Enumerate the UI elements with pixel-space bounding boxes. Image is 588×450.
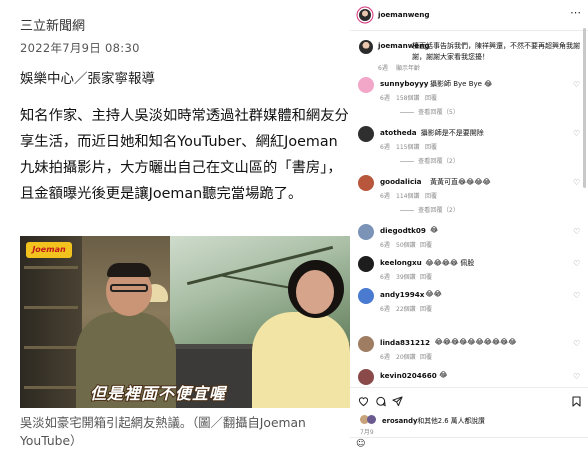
comment-avatar[interactable] — [358, 126, 374, 142]
instagram-panel: joemanweng ⋯ joemanweng 檯面話事告訴我們，陳祥興還，不然… — [350, 0, 588, 450]
view-replies-link[interactable]: 查看回覆（2） — [400, 205, 459, 214]
reply-button[interactable]: 回覆 — [420, 304, 432, 313]
comment-username[interactable]: linda831212 — [380, 338, 430, 347]
comment-time: 6週 — [380, 354, 390, 361]
comment-like-heart-icon[interactable]: ♡ — [573, 339, 580, 348]
comment-like-heart-icon[interactable]: ♡ — [573, 129, 580, 138]
more-options-icon[interactable]: ⋯ — [570, 6, 581, 19]
comment-icon[interactable] — [375, 396, 386, 410]
reply-button[interactable]: 回覆 — [420, 272, 432, 281]
comment-time: 6週 — [380, 144, 390, 151]
scrollbar[interactable] — [583, 28, 586, 188]
news-source[interactable]: 三立新聞網 — [20, 15, 85, 34]
comment-text: 😂😂😂😂 佩股 — [425, 259, 475, 267]
comment-time: 6週 — [380, 95, 390, 102]
comment-text: 😂😂😂😂😂😂😂😂😂😂 — [434, 338, 517, 346]
caption-avatar[interactable] — [359, 40, 373, 54]
screenshot-stage: 三立新聞網 2022年7月9日 08:30 娛樂中心／張家寧報導 知名作家、主持… — [0, 0, 588, 450]
comment-time: 6週 — [380, 306, 390, 313]
liker-username[interactable]: erosandy — [382, 417, 417, 425]
comment-text: 😂 — [439, 371, 448, 379]
reply-button[interactable]: 回覆 — [420, 352, 432, 361]
comment-avatar[interactable] — [358, 175, 374, 191]
comment-like-heart-icon[interactable]: ♡ — [573, 372, 580, 381]
share-icon[interactable] — [392, 396, 403, 410]
header-username[interactable]: joemanweng — [378, 10, 430, 19]
add-comment-row[interactable]: ☺ — [350, 437, 588, 450]
header-avatar[interactable] — [359, 9, 371, 21]
comment-likes[interactable]: 50個讚 — [396, 240, 416, 249]
comment-avatar[interactable] — [358, 224, 374, 240]
comment-like-heart-icon[interactable]: ♡ — [573, 178, 580, 187]
reply-button[interactable]: 回覆 — [425, 93, 437, 102]
comment-text: 😂 — [430, 226, 439, 234]
video-subtitle: 但是裡面不便宜喔 — [89, 383, 227, 404]
comment-time: 6週 — [380, 193, 390, 200]
view-replies-link[interactable]: 查看回覆（2） — [400, 156, 459, 165]
comment-avatar[interactable] — [358, 256, 374, 272]
post-date: 7月9 — [360, 429, 374, 436]
caption-time: 6週 — [378, 65, 388, 72]
comment-text: 😂😂 — [425, 290, 442, 298]
bookmark-icon[interactable] — [572, 396, 581, 410]
likes-count-text: 和其他2.6 萬人都說讚 — [417, 417, 485, 425]
comment-time: 6週 — [380, 242, 390, 249]
view-replies-link[interactable]: 查看回覆（5） — [400, 107, 459, 116]
comment-time: 6週 — [380, 274, 390, 281]
comment-like-heart-icon[interactable]: ♡ — [573, 227, 580, 236]
comment-avatar[interactable] — [358, 77, 374, 93]
article-date: 2022年7月9日 08:30 — [20, 41, 140, 55]
translate-link[interactable]: 顯示年齡 — [396, 63, 420, 72]
comment-username[interactable]: keelongxu — [380, 258, 422, 267]
comment-likes[interactable]: 114個讚 — [396, 191, 419, 200]
comment-avatar[interactable] — [358, 369, 374, 385]
article-byline: 娛樂中心／張家寧報導 — [20, 71, 155, 87]
comment-username[interactable]: andy1994x — [380, 290, 424, 299]
comment-username[interactable]: kevin0204660 — [380, 371, 437, 380]
reply-button[interactable]: 回覆 — [425, 142, 437, 151]
comment-likes[interactable]: 20個讚 — [396, 352, 416, 361]
emoji-icon[interactable]: ☺ — [356, 439, 365, 449]
comment-likes[interactable]: 39個讚 — [396, 272, 416, 281]
comment-username[interactable]: atotheda — [380, 128, 417, 137]
comment-likes[interactable]: 115個讚 — [396, 142, 419, 151]
photo-woman — [252, 312, 350, 408]
post-header: joemanweng ⋯ — [350, 0, 588, 30]
likes-row: erosandy和其他2.6 萬人都說讚 — [350, 413, 588, 427]
likes-summary[interactable]: erosandy和其他2.6 萬人都說讚 — [382, 415, 485, 425]
article-photo[interactable]: Joeman 但是裡面不便宜喔 — [20, 236, 350, 408]
action-bar — [350, 387, 588, 413]
photo-caption: 吳淡如豪宅開箱引起網友熱議。（圖／翻攝自Joeman YouTube） — [20, 416, 306, 448]
photo-bookshelf — [20, 236, 82, 408]
comment-username[interactable]: diegodtk09 — [380, 226, 426, 235]
comment-likes[interactable]: 158個讚 — [396, 93, 419, 102]
heart-icon[interactable] — [358, 396, 369, 409]
liker-avatar[interactable] — [367, 415, 376, 424]
comment-avatar[interactable] — [358, 288, 374, 304]
comment-like-heart-icon[interactable]: ♡ — [573, 291, 580, 300]
comment-username[interactable]: goodalicia — [380, 177, 422, 186]
channel-logo: Joeman — [26, 242, 72, 258]
comment-like-heart-icon[interactable]: ♡ — [573, 80, 580, 89]
comment-text: 攝影師 Bye Bye 😂 — [430, 80, 493, 88]
comment-text: 攝影師是不是要開除 — [420, 129, 484, 137]
comment-text: 黃黃可直😂😂😂😂 — [430, 178, 491, 186]
comment-avatar[interactable] — [358, 336, 374, 352]
comment-username[interactable]: sunnyboyyy — [380, 79, 428, 88]
reply-button[interactable]: 回覆 — [420, 240, 432, 249]
caption-text: 檯面話事告訴我們，陳祥興還，不然不要再超興角我謝謝，謝謝大家看我您擾！ — [412, 42, 580, 61]
article-body: 知名作家、主持人吳淡如時常透過社群媒體和網友分享生活，而近日她和知名YouTub… — [20, 108, 349, 202]
news-article: 三立新聞網 2022年7月9日 08:30 娛樂中心／張家寧報導 知名作家、主持… — [0, 0, 350, 450]
reply-button[interactable]: 回覆 — [425, 191, 437, 200]
comment-likes[interactable]: 22個讚 — [396, 304, 416, 313]
comment-like-heart-icon[interactable]: ♡ — [573, 259, 580, 268]
